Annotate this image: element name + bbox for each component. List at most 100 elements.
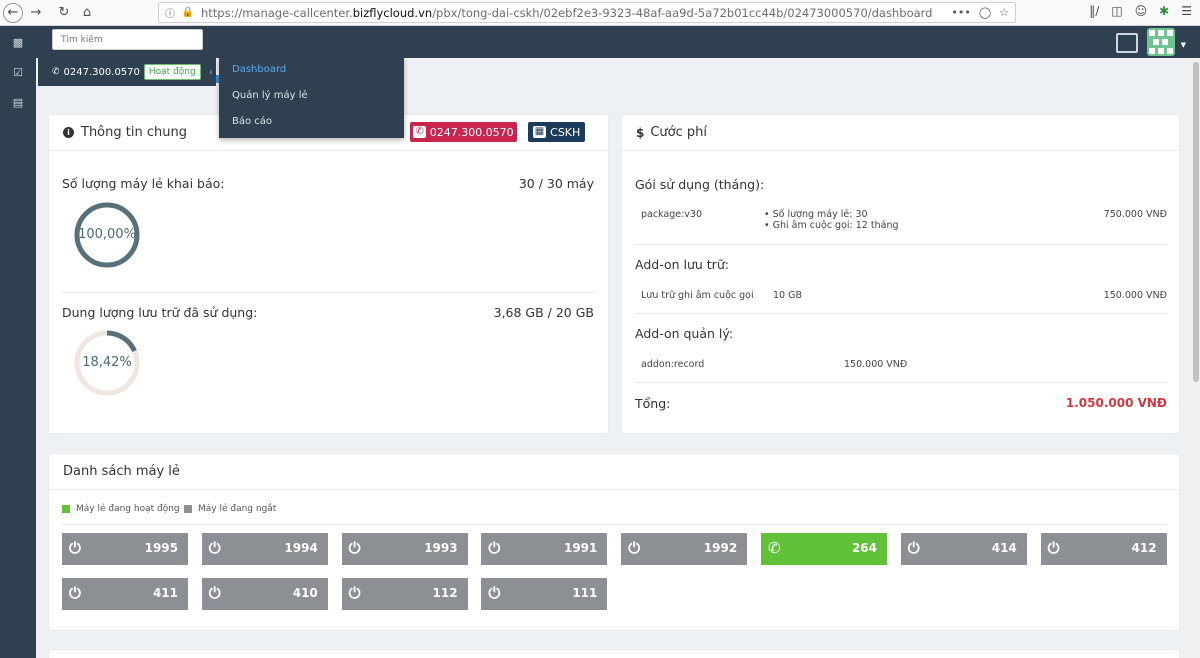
device-icon[interactable] bbox=[1116, 33, 1138, 53]
extension-tile[interactable]: ⏻ 414 bbox=[900, 533, 1027, 565]
storage-addon-price: 150.000 VNĐ bbox=[1103, 290, 1167, 301]
info-icon: i bbox=[63, 127, 74, 138]
pocket-icon[interactable]: ◯ bbox=[979, 6, 991, 19]
extension-tile[interactable]: ⏻ 412 bbox=[1040, 533, 1167, 565]
total-label: Tổng: bbox=[635, 396, 671, 411]
extension-number: 1993 bbox=[424, 541, 458, 555]
chevron-left-icon[interactable]: ‹ bbox=[209, 67, 213, 78]
plan-feature: • Ghi âm cuộc gọi: 12 tháng bbox=[764, 220, 899, 231]
url-text[interactable]: https://manage-callcenter.bizflycloud.vn… bbox=[201, 6, 932, 20]
extension-tile[interactable]: ⏻ 111 bbox=[481, 578, 608, 610]
extension-usage-percent: 100,00% bbox=[78, 227, 136, 242]
top-header: ▼ bbox=[36, 26, 1200, 58]
power-icon: ⏻ bbox=[488, 584, 501, 602]
extension-tile[interactable]: ⏻ 1991 bbox=[481, 533, 608, 565]
extension-number: 414 bbox=[991, 541, 1017, 555]
scrollbar-thumb[interactable] bbox=[1193, 62, 1199, 382]
divider bbox=[62, 524, 1167, 525]
lock-icon: 🔒 bbox=[181, 7, 195, 18]
sidebar-toggle-icon[interactable]: ◫ bbox=[1111, 4, 1122, 18]
next-card bbox=[49, 650, 1179, 658]
extension-number: 1992 bbox=[703, 541, 738, 555]
extension-number: 412 bbox=[1131, 541, 1157, 555]
phone-line-selector[interactable]: ✆ 0247.300.0570 Hoạt động ‹ bbox=[38, 58, 216, 86]
page-scrollbar[interactable] bbox=[1192, 58, 1200, 658]
plan-name: package:v30 bbox=[641, 209, 703, 220]
manage-addon-price: 150.000 VNĐ bbox=[844, 359, 908, 370]
calendar-icon[interactable]: ☑ bbox=[11, 66, 25, 80]
back-icon[interactable]: ← bbox=[3, 2, 23, 23]
phone-number-pill[interactable]: ✆ 0247.300.0570 bbox=[410, 122, 517, 142]
dollar-icon: $ bbox=[636, 125, 645, 140]
storage-addon-heading: Add-on lưu trữ: bbox=[635, 257, 729, 272]
menu-item-extensions[interactable]: Quản lý máy lẻ bbox=[219, 83, 404, 109]
plan-heading: Gói sử dụng (tháng): bbox=[635, 177, 765, 192]
card-title: Thông tin chung bbox=[81, 125, 187, 140]
avatar[interactable] bbox=[1147, 28, 1175, 56]
line-number: 0247.300.0570 bbox=[63, 66, 140, 78]
fee-card: $ Cước phí bbox=[622, 115, 1179, 433]
menu-item-dashboard[interactable]: Dashboard bbox=[219, 57, 404, 83]
bookmark-star-icon[interactable]: ☆ bbox=[999, 6, 1009, 19]
manage-addon-heading: Add-on quản lý: bbox=[635, 326, 734, 341]
legend-off: Máy lẻ đang ngắt bbox=[184, 504, 276, 514]
extension-icon[interactable]: ✱ bbox=[1159, 4, 1169, 18]
url-bar[interactable]: ⓘ 🔒 https://manage-callcenter.bizflyclou… bbox=[158, 2, 1016, 23]
menu-icon[interactable]: ☰ bbox=[1181, 4, 1192, 18]
extension-count-value: 30 / 30 máy bbox=[518, 176, 594, 191]
total-value: 1.050.000 VNĐ bbox=[1065, 396, 1167, 410]
divider bbox=[635, 382, 1167, 383]
phone-icon: ✆ bbox=[413, 126, 426, 138]
chart-icon[interactable]: ▩ bbox=[11, 36, 25, 50]
status-badge: Hoạt động bbox=[143, 64, 201, 80]
power-icon: ⏻ bbox=[69, 584, 81, 602]
chevron-down-icon[interactable]: ▼ bbox=[1181, 41, 1186, 49]
book-icon[interactable]: ▤ bbox=[11, 96, 25, 110]
extension-tile[interactable]: ⏻ 411 bbox=[62, 578, 188, 610]
browser-toolbar: ← → ↻ ⌂ ⓘ 🔒 https://manage-callcenter.bi… bbox=[0, 0, 1200, 26]
home-icon[interactable]: ⌂ bbox=[77, 3, 97, 23]
forward-icon[interactable]: → bbox=[26, 3, 46, 23]
extension-tile[interactable]: ⏻ 1992 bbox=[621, 533, 748, 565]
phone-icon: ✆ bbox=[768, 539, 781, 557]
manage-addon-name: addon:record bbox=[641, 359, 705, 370]
info-icon[interactable]: ⓘ bbox=[163, 5, 177, 20]
extension-number: 112 bbox=[432, 586, 458, 600]
divider bbox=[635, 313, 1167, 314]
extension-number: 411 bbox=[152, 586, 178, 600]
power-icon: ⏻ bbox=[628, 539, 641, 557]
legend-swatch bbox=[184, 505, 192, 513]
power-icon: ⏻ bbox=[69, 539, 81, 557]
extension-tile[interactable]: ⏻ 1993 bbox=[341, 533, 468, 565]
left-sidebar: ▩ ☑ ▤ bbox=[0, 26, 36, 658]
extension-tile[interactable]: ⏻ 410 bbox=[201, 578, 328, 610]
search-input[interactable] bbox=[52, 29, 203, 50]
card-header: Danh sách máy lẻ bbox=[49, 454, 1179, 490]
storage-label: Dung lượng lưu trữ đã sử dụng: bbox=[62, 305, 258, 320]
nav-dropdown-menu: Dashboard Quản lý máy lẻ Báo cáo bbox=[219, 57, 404, 138]
power-icon: ⏻ bbox=[1047, 539, 1060, 557]
extension-number: 1994 bbox=[284, 541, 318, 555]
extension-tile[interactable]: ⏻ 1995 bbox=[62, 533, 188, 565]
extension-tile[interactable]: ⏻ 1994 bbox=[201, 533, 328, 565]
divider bbox=[62, 292, 595, 293]
storage-addon-name: Lưu trữ ghi âm cuộc gọi bbox=[641, 290, 754, 301]
menu-item-reports[interactable]: Báo cáo bbox=[219, 109, 404, 135]
power-icon: ⏻ bbox=[348, 539, 361, 557]
extension-tile[interactable]: ⏻ 112 bbox=[341, 578, 468, 610]
plan-feature: • Số lượng máy lẻ: 30 bbox=[764, 209, 868, 220]
extension-number: 111 bbox=[572, 586, 598, 600]
divider bbox=[635, 244, 1167, 245]
more-icon[interactable]: ••• bbox=[951, 6, 970, 19]
account-icon[interactable]: ☺ bbox=[1135, 4, 1148, 18]
storage-addon-size: 10 GB bbox=[773, 290, 802, 301]
card-header: $ Cước phí bbox=[622, 115, 1179, 151]
reload-icon[interactable]: ↻ bbox=[54, 3, 74, 23]
extension-tile[interactable]: ✆ 264 bbox=[761, 533, 887, 565]
library-icon[interactable]: ‖∕ bbox=[1089, 4, 1099, 18]
power-icon: ⏻ bbox=[348, 584, 361, 602]
legend-active: Máy lẻ đang hoạt động bbox=[62, 504, 180, 514]
card-title: Cước phí bbox=[650, 125, 708, 140]
group-pill[interactable]: ▦ CSKH bbox=[528, 122, 585, 142]
building-icon: ▦ bbox=[532, 126, 547, 138]
